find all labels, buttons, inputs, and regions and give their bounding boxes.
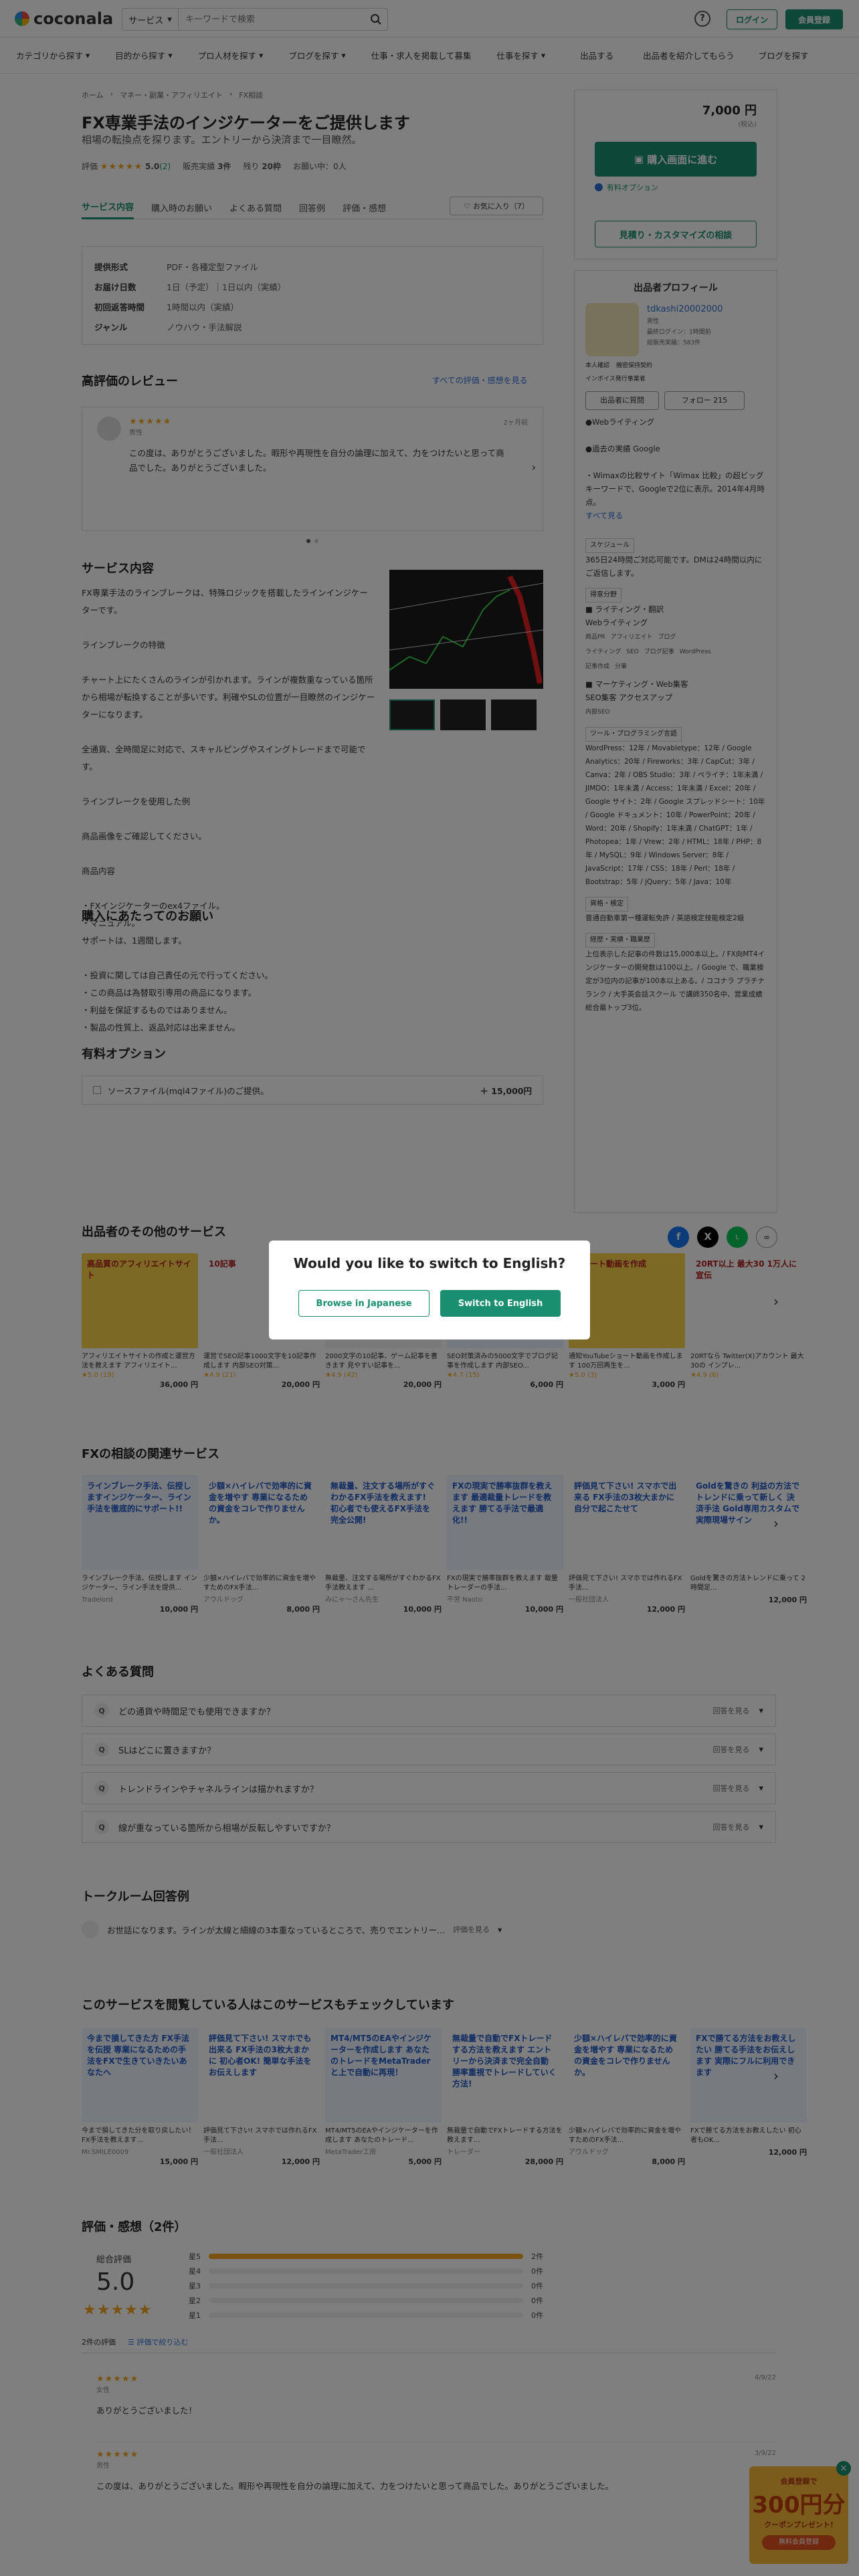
switch-english-button[interactable]: Switch to English (440, 1290, 561, 1317)
browse-japanese-button[interactable]: Browse in Japanese (298, 1290, 430, 1317)
language-modal: Would you like to switch to English? Bro… (269, 1241, 590, 1339)
page: coconala サービス ▾ ? ログイン 会員登録 カテゴリから探す▾ 目的… (0, 0, 859, 2576)
modal-title: Would you like to switch to English? (293, 1255, 566, 1271)
